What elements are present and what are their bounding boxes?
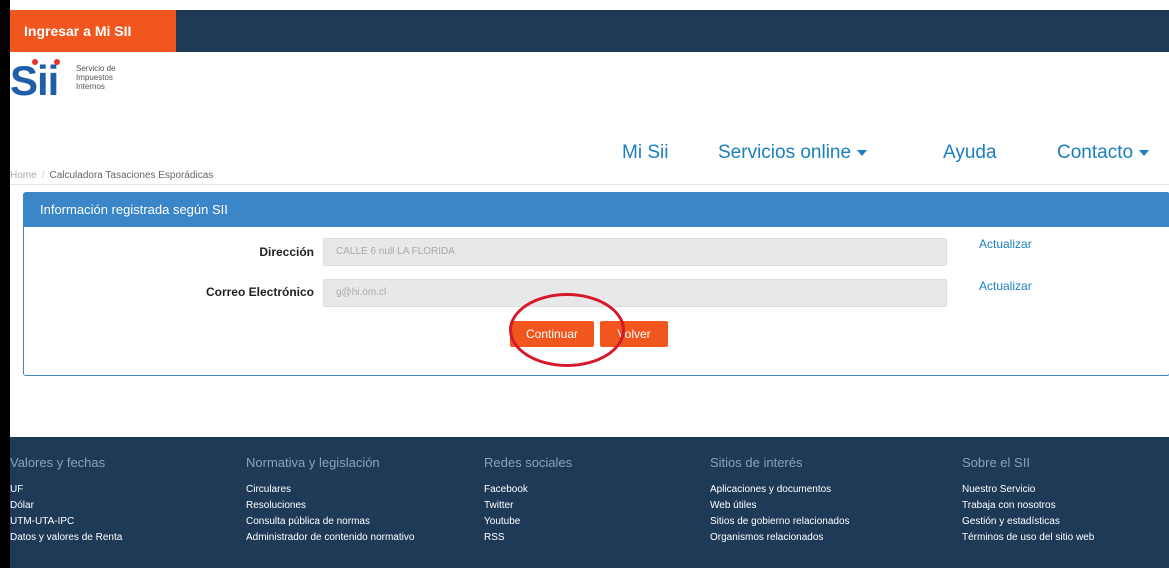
chevron-down-icon [857,149,868,156]
footer-heading: Redes sociales [484,455,573,470]
footer-link[interactable]: Sitios de gobierno relacionados [710,514,850,530]
footer-link[interactable]: Consulta pública de normas [246,514,414,530]
footer-link[interactable]: UTM-UTA-IPC [10,514,122,530]
logo-text: Servicio de Impuestos Internos [76,64,116,91]
breadcrumb-separator: / [41,170,45,181]
footer-col-sitios: Sitios de interés Aplicaciones y documen… [710,455,850,546]
footer-link[interactable]: Youtube [484,514,572,530]
email-label: Correo Electrónico [205,285,314,299]
breadcrumb: Home / Calculadora Tasaciones Esporádicas [10,170,213,181]
update-address-link[interactable]: Actualizar [979,237,1032,251]
footer-link[interactable]: Nuestro Servicio [962,482,1094,498]
update-email-link[interactable]: Actualizar [979,279,1032,293]
breadcrumb-current: Calculadora Tasaciones Esporádicas [49,170,214,181]
footer-link[interactable]: Datos y valores de Renta [10,530,122,546]
sii-logo[interactable]: Sii Servicio de Impuestos Internos [10,58,160,106]
address-field[interactable]: CALLE 6 null LA FLORIDA [323,238,947,266]
login-mi-sii-button[interactable]: Ingresar a Mi SII [10,10,176,52]
divider [10,184,1169,185]
footer-link[interactable]: Dólar [10,498,122,514]
footer-link[interactable]: Administrador de contenido normativo [246,530,414,546]
page: Ingresar a Mi SII Sii Servicio de Impues… [0,0,1169,568]
chevron-down-icon [1139,149,1150,156]
email-field[interactable]: g@hi.om.cl [323,279,947,307]
nav-ayuda[interactable]: Ayuda [943,142,997,164]
info-panel: Información registrada según SII Direcci… [23,192,1169,376]
footer-link[interactable]: Circulares [246,482,414,498]
top-bar: Ingresar a Mi SII [10,10,1169,52]
footer-link[interactable]: Trabaja con nosotros [962,498,1094,514]
nav-servicios-online[interactable]: Servicios online [718,142,868,164]
footer-heading: Valores y fechas [10,455,106,470]
footer-link[interactable]: Twitter [484,498,572,514]
footer-link[interactable]: Gestión y estadísticas [962,514,1094,530]
nav-contacto[interactable]: Contacto [1057,142,1150,164]
window-border [0,0,10,568]
footer-link[interactable]: Facebook [484,482,572,498]
address-label: Dirección [259,245,314,259]
footer-link[interactable]: Web útiles [710,498,850,514]
nav-mi-sii[interactable]: Mi Sii [622,142,668,164]
footer-heading: Sitios de interés [710,455,803,470]
footer-link[interactable]: UF [10,482,122,498]
footer-heading: Sobre el SII [962,455,1030,470]
footer-link[interactable]: Resoluciones [246,498,414,514]
footer-col-valores: Valores y fechas UF Dólar UTM-UTA-IPC Da… [10,455,122,546]
footer-heading: Normativa y legislación [246,455,380,470]
highlight-circle [509,293,625,367]
footer-link[interactable]: Términos de uso del sitio web [962,530,1094,546]
footer-col-normativa: Normativa y legislación Circulares Resol… [246,455,414,546]
footer-link[interactable]: RSS [484,530,572,546]
footer-link[interactable]: Aplicaciones y documentos [710,482,850,498]
footer-link[interactable]: Organismos relacionados [710,530,850,546]
footer-col-sobre: Sobre el SII Nuestro Servicio Trabaja co… [962,455,1094,546]
panel-title: Información registrada según SII [24,193,1169,227]
footer: Valores y fechas UF Dólar UTM-UTA-IPC Da… [10,437,1169,568]
breadcrumb-home[interactable]: Home [10,170,37,181]
footer-col-redes: Redes sociales Facebook Twitter Youtube … [484,455,572,546]
